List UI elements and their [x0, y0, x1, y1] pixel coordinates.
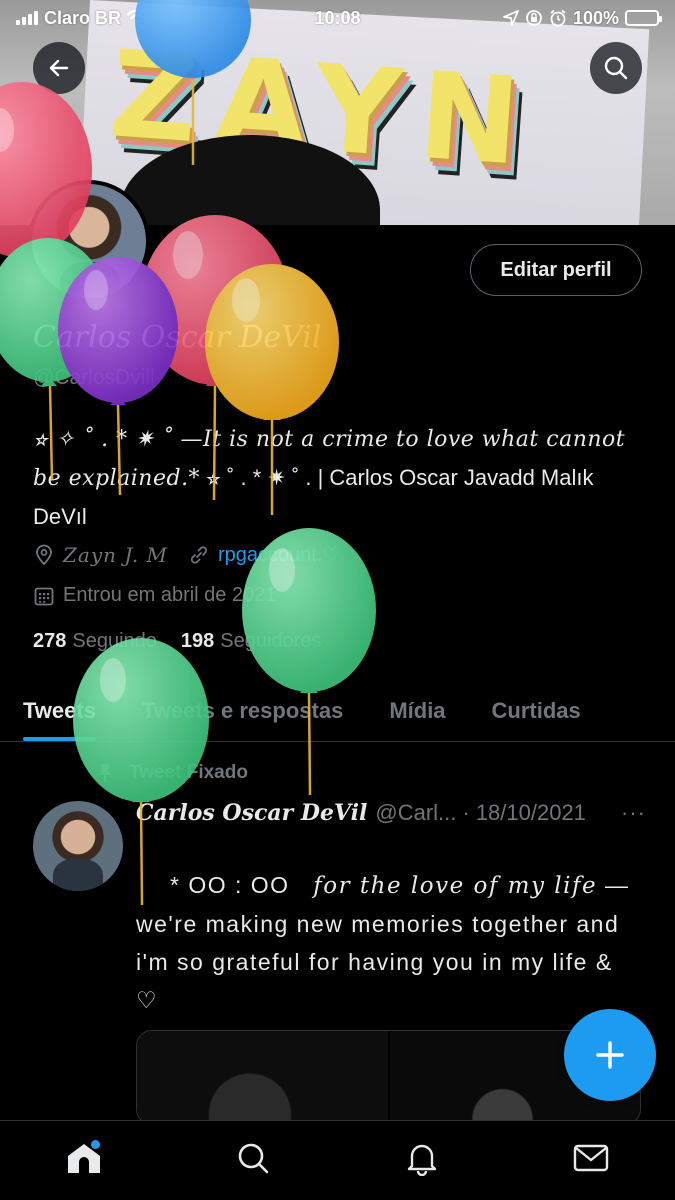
pinned-label: Tweet Fixado [129, 762, 248, 783]
profile-location: Zayn J. M [63, 542, 169, 567]
follow-stats: 278 Seguindo 198 Seguidores [33, 630, 321, 653]
profile-tabs: Tweets Tweets e respostas Mídia Curtidas [0, 680, 675, 742]
bio-symbols: ⭐︎ ˚ . * ✷ ˚ . [200, 465, 318, 490]
following-label: Seguindo [72, 630, 157, 652]
followers-link[interactable]: 198 Seguidores [181, 630, 322, 653]
tweet-date[interactable]: · 18/10/2021 [462, 800, 586, 826]
search-icon [238, 1143, 269, 1173]
tab-tweets[interactable]: Tweets [0, 680, 119, 741]
tweet-author-avatar[interactable] [33, 801, 123, 891]
profile-meta-row: Zayn J. M rpgaccount.♡ [33, 542, 340, 567]
tab-likes[interactable]: Curtidas [469, 680, 604, 741]
following-link[interactable]: 278 Seguindo [33, 630, 157, 653]
plus-icon [596, 1041, 624, 1069]
nav-home[interactable] [54, 1128, 114, 1188]
back-button[interactable] [33, 42, 85, 94]
tab-media[interactable]: Mídia [366, 680, 468, 741]
joined-date: Entrou em abril de 2021 [63, 584, 277, 606]
location-pin-icon [36, 544, 52, 565]
nav-search[interactable] [223, 1128, 283, 1188]
link-icon [190, 545, 208, 564]
nav-messages[interactable] [561, 1128, 621, 1188]
profile-avatar[interactable] [28, 180, 150, 302]
edit-profile-button[interactable]: Editar perfil [470, 244, 642, 296]
mail-icon [573, 1144, 608, 1171]
clock: 10:08 [314, 7, 361, 28]
search-button[interactable] [590, 42, 642, 94]
calendar-icon [34, 587, 54, 605]
more-options-icon[interactable]: ··· [621, 800, 646, 826]
profile-website-link[interactable]: rpgaccount.♡ [218, 542, 340, 567]
tweet-media-image[interactable] [137, 1031, 388, 1124]
tweet-author-handle: @Carl... [375, 800, 457, 825]
bell-icon [407, 1144, 437, 1176]
followers-label: Seguidores [220, 630, 322, 652]
tweet-text-italic: for the love of my life [313, 873, 598, 899]
tweet-text: * OO : OO for the love of my life — we'r… [136, 866, 631, 1019]
nav-notifications[interactable] [392, 1128, 452, 1188]
display-name: Carlos Oscar DeVil [33, 320, 322, 355]
tab-tweets-replies[interactable]: Tweets e respostas [119, 680, 366, 741]
balloon-icon [242, 528, 376, 796]
arrow-left-icon [49, 59, 69, 77]
profile-joined-row: Entrou em abril de 2021 [33, 584, 276, 607]
compose-tweet-button[interactable] [564, 1009, 656, 1101]
followers-count: 198 [180, 630, 215, 652]
search-icon [604, 56, 628, 80]
profile-bio: ⭐︎ ✧ ˚ . * ✷ ˚ —It is not a crime to lov… [33, 420, 643, 536]
tweet-header: Carlos Oscar DeVil @Carl... · 18/10/2021… [136, 800, 646, 826]
user-handle: @CarlosDvill [33, 366, 155, 389]
battery-icon [625, 10, 662, 26]
following-count: 278 [33, 630, 67, 652]
tweet-text-prefix: * OO : OO [170, 872, 290, 898]
notification-dot [91, 1139, 101, 1149]
bottom-navigation [0, 1120, 675, 1200]
status-bar: Claro BR 10:08 100% [0, 0, 675, 36]
pin-icon [98, 764, 112, 783]
pinned-indicator: Tweet Fixado [95, 762, 248, 784]
tweet-author-name[interactable]: Carlos Oscar DeVil [136, 800, 367, 826]
